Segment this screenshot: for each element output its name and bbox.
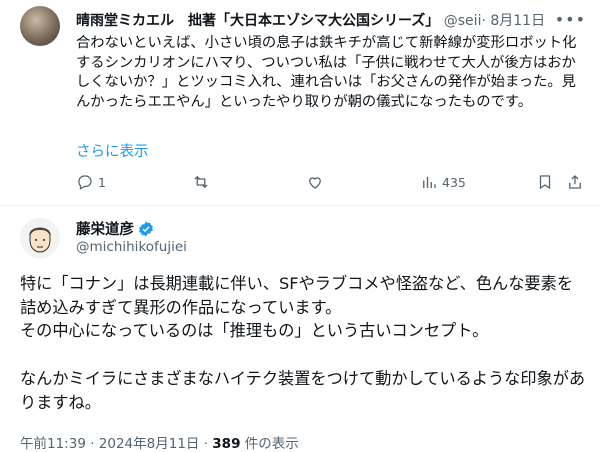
reply-icon <box>78 175 92 190</box>
post-date[interactable]: · 8月11日 <box>481 13 545 29</box>
retweet-icon <box>194 175 208 189</box>
reply-header: 晴雨堂ミカエル 拙著「大日本エゾシマ大公国シリーズ」 @seii· 8月11日 <box>76 10 586 32</box>
tweet-text: 特に「コナン」は長期連載に伴い、SFやラブコメや怪盗など、色んな要素を詰め込みす… <box>20 272 588 414</box>
avatar[interactable] <box>20 218 60 258</box>
views-chart-icon <box>423 176 436 188</box>
more-options-icon[interactable]: ••• <box>555 10 586 29</box>
views-button[interactable]: 435 <box>420 170 466 194</box>
author-handle[interactable]: @michihikofujiei <box>76 239 187 255</box>
views-label: 件の表示 <box>240 436 299 452</box>
retweet-button[interactable] <box>192 170 210 194</box>
author-name[interactable]: 晴雨堂ミカエル 拙著「大日本エゾシマ大公国シリーズ」 <box>76 13 439 29</box>
tweet-paragraph: その中心になっているのは「推理もの」という古いコンセプト。 <box>20 321 489 341</box>
main-tweet: 藤栄道彦 @michihikofujiei 特に「コナン」は長期連載に伴い、SF… <box>0 206 600 452</box>
reply-button[interactable]: 1 <box>76 170 106 194</box>
reply-count: 1 <box>98 174 106 190</box>
views-count: 435 <box>442 174 466 190</box>
author-handle[interactable]: @seii <box>444 13 482 29</box>
author-name[interactable]: 藤栄道彦 <box>76 218 134 239</box>
tweet-paragraph: なんかミイラにさまざまなハイテク装置をつけて動かしているような印象がありますね。 <box>20 368 586 412</box>
verified-badge-icon <box>139 221 153 236</box>
bookmark-icon <box>539 175 551 190</box>
heart-icon <box>309 177 321 189</box>
timestamp[interactable]: 午前11:39 · 2024年8月11日 · <box>20 436 212 452</box>
tweet-paragraph <box>20 343 588 367</box>
show-more-link[interactable]: さらに表示 <box>76 140 149 161</box>
tweet-paragraph: 特に「コナン」は長期連載に伴い、SFやラブコメや怪盗など、色んな要素を詰め込みす… <box>20 274 573 317</box>
view-count[interactable]: 389 <box>212 436 240 452</box>
avatar[interactable] <box>20 6 60 46</box>
reply-tweet[interactable]: 晴雨堂ミカエル 拙著「大日本エゾシマ大公国シリーズ」 @seii· 8月11日 … <box>0 0 600 206</box>
action-bar: 1 435 <box>76 170 588 194</box>
author-name-row: 藤栄道彦 <box>76 218 155 239</box>
tweet-metadata: 午前11:39 · 2024年8月11日 · 389 件の表示 <box>20 432 299 452</box>
share-icon <box>569 175 581 189</box>
share-button[interactable] <box>566 170 584 194</box>
like-button[interactable] <box>306 170 324 194</box>
bookmark-button[interactable] <box>536 170 554 194</box>
reply-text: 合わないといえば、小さい頃の息子は鉄キチが高じて新幹線が変形ロボット化するシンカ… <box>76 35 577 110</box>
